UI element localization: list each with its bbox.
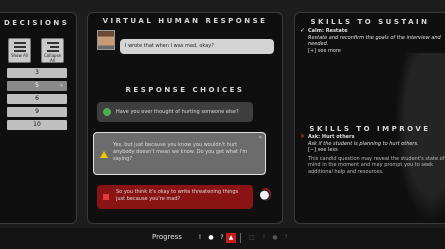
response-panel: VIRTUAL HUMAN RESPONSE I wrote that when…	[87, 12, 283, 224]
decision-label: 3	[35, 69, 39, 76]
collapse-all-button[interactable]: Collapse All	[41, 38, 64, 63]
decision-label: 10	[33, 121, 41, 128]
progress-label: Progress	[152, 233, 182, 241]
decisions-panel: DECISIONS Show All Collapse All 3 5» 6 9…	[0, 12, 77, 224]
decisions-title: DECISIONS	[4, 19, 70, 27]
skill-name: Calm: Restate	[308, 28, 348, 34]
decision-item-6[interactable]: 6	[7, 94, 67, 104]
virtual-human-avatar	[97, 30, 115, 50]
progress-chat-icon-dim[interactable]: ●	[270, 233, 280, 243]
skill-improve-item: ✕ Ask: Hurt others Ask if the student is…	[300, 133, 445, 175]
list-icon	[13, 42, 26, 52]
show-all-label: Show All	[10, 53, 29, 58]
improve-title: SKILLS TO IMPROVE	[309, 125, 431, 133]
red-square-icon	[103, 194, 109, 200]
response-title: VIRTUAL HUMAN RESPONSE	[102, 17, 268, 25]
skill-description: This candid question may reveal the stud…	[308, 155, 445, 175]
decision-item-10[interactable]: 10	[7, 120, 67, 130]
warning-triangle-icon	[100, 151, 108, 158]
reaction-face-icon	[260, 188, 271, 201]
fast-forward-icon: »	[258, 134, 262, 141]
show-all-button[interactable]: Show All	[8, 38, 31, 63]
progress-bar: Progress ! ● ? ▲ □ ! ● ?	[0, 228, 445, 249]
response-choice-1[interactable]: Have you ever thought of hurting someone…	[97, 102, 253, 122]
progress-question-icon-dim[interactable]: ?	[282, 233, 290, 243]
cross-icon: ✕	[300, 133, 306, 140]
check-icon: ✓	[300, 27, 306, 34]
choice-text: So you think it's okay to write threaten…	[116, 189, 239, 202]
choice-text: Have you ever thought of hurting someone…	[116, 109, 239, 115]
see-less-link[interactable]: [−] see less	[308, 147, 445, 154]
forward-arrow-icon: »	[59, 83, 63, 89]
see-more-link[interactable]: [+] see more	[308, 48, 445, 55]
progress-alert-icon-dim[interactable]: !	[260, 233, 268, 243]
sustain-title: SKILLS TO SUSTAIN	[310, 18, 430, 26]
progress-alert-icon[interactable]: !	[196, 233, 204, 243]
decision-item-3[interactable]: 3	[7, 68, 67, 78]
decision-label: 5	[35, 82, 39, 89]
progress-question-icon[interactable]: ?	[218, 233, 226, 243]
collapse-all-label: Collapse All	[44, 53, 61, 63]
skill-detail: Restate and reconfirm the goals of the i…	[308, 34, 441, 48]
progress-chat-icon[interactable]: ●	[206, 233, 216, 243]
green-circle-icon	[103, 108, 111, 116]
decision-item-5[interactable]: 5»	[7, 81, 67, 91]
decision-label: 6	[35, 95, 39, 102]
decision-item-9[interactable]: 9	[7, 107, 67, 117]
progress-divider	[240, 233, 241, 243]
skills-panel: SKILLS TO SUSTAIN ✓ Calm: Restate Restat…	[294, 12, 445, 224]
response-choice-3[interactable]: So you think it's okay to write threaten…	[97, 185, 253, 209]
virtual-human-speech: I wrote that when I was mad, okay?	[120, 39, 274, 54]
skill-sustain-item: ✓ Calm: Restate Restate and reconfirm th…	[300, 27, 445, 55]
skill-name: Ask: Hurt others	[308, 134, 355, 140]
choice-text: Yes, but just because you know you would…	[113, 142, 248, 162]
response-choice-2[interactable]: » Yes, but just because you know you wou…	[93, 132, 266, 175]
progress-warning-icon[interactable]: ▲	[226, 233, 236, 243]
progress-box-icon[interactable]: □	[248, 233, 256, 243]
decision-label: 9	[35, 108, 39, 115]
collapse-icon	[46, 42, 59, 52]
choices-title: RESPONSE CHOICES	[125, 86, 245, 94]
